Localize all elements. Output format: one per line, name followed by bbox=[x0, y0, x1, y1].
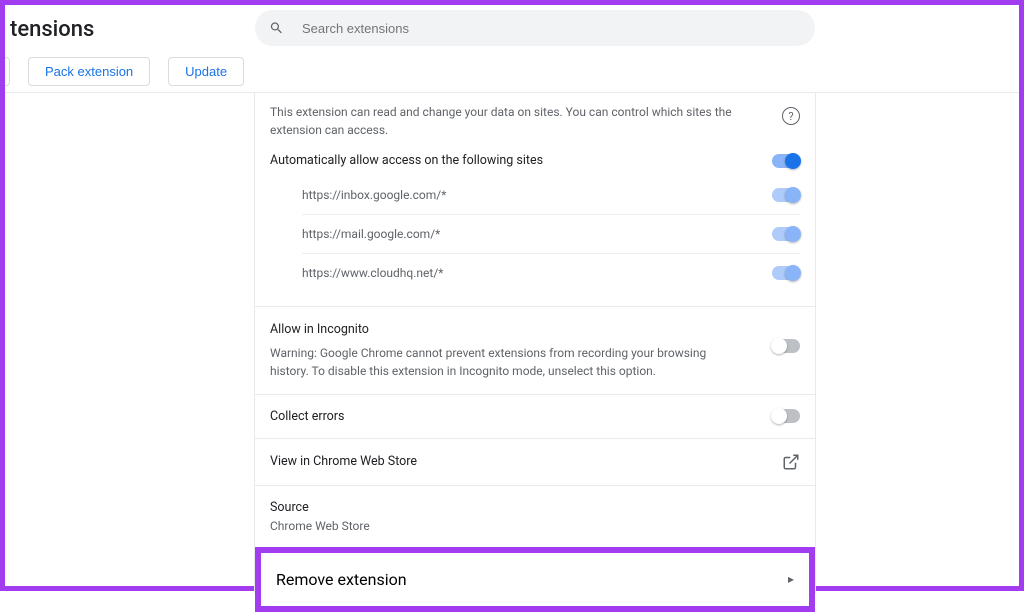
incognito-section: Allow in Incognito Warning: Google Chrom… bbox=[255, 307, 815, 395]
site-list: https://inbox.google.com/* https://mail.… bbox=[270, 176, 800, 292]
site-url: https://inbox.google.com/* bbox=[302, 188, 446, 202]
collect-errors-section: Collect errors bbox=[255, 395, 815, 439]
chevron-right-icon: ▸ bbox=[788, 572, 794, 586]
site-toggle-0[interactable] bbox=[772, 188, 800, 202]
view-store-section[interactable]: View in Chrome Web Store bbox=[255, 439, 815, 486]
site-access-section: This extension can read and change your … bbox=[255, 93, 815, 307]
source-title: Source bbox=[270, 500, 800, 515]
incognito-toggle[interactable] bbox=[772, 339, 800, 353]
site-url: https://mail.google.com/* bbox=[302, 227, 440, 241]
remove-label: Remove extension bbox=[276, 570, 407, 589]
cut-off-button[interactable] bbox=[5, 57, 10, 86]
pack-extension-button[interactable]: Pack extension bbox=[28, 57, 150, 86]
site-row: https://mail.google.com/* bbox=[302, 215, 800, 254]
collect-errors-label: Collect errors bbox=[270, 409, 345, 424]
site-access-desc: This extension can read and change your … bbox=[270, 103, 740, 139]
search-input[interactable] bbox=[302, 21, 801, 36]
auto-access-toggle[interactable] bbox=[772, 154, 800, 168]
view-store-label: View in Chrome Web Store bbox=[270, 454, 417, 469]
site-toggle-2[interactable] bbox=[772, 266, 800, 280]
top-header: tensions Pack extension Update bbox=[5, 5, 1019, 85]
update-button[interactable]: Update bbox=[168, 57, 244, 86]
site-row: https://www.cloudhq.net/* bbox=[302, 254, 800, 292]
search-icon bbox=[269, 20, 284, 36]
remove-extension-button[interactable]: Remove extension ▸ bbox=[255, 547, 815, 612]
page-title: tensions bbox=[10, 17, 94, 42]
collect-errors-toggle[interactable] bbox=[772, 409, 800, 423]
settings-panel: This extension can read and change your … bbox=[254, 93, 816, 593]
help-icon[interactable]: ? bbox=[782, 107, 800, 125]
open-external-icon bbox=[782, 453, 800, 471]
incognito-title: Allow in Incognito bbox=[270, 321, 730, 340]
source-value: Chrome Web Store bbox=[270, 519, 800, 533]
source-section: Source Chrome Web Store bbox=[255, 486, 815, 547]
search-bar[interactable] bbox=[255, 10, 815, 46]
button-row: Pack extension Update bbox=[5, 57, 244, 86]
site-url: https://www.cloudhq.net/* bbox=[302, 266, 443, 280]
site-row: https://inbox.google.com/* bbox=[302, 176, 800, 215]
incognito-desc: Warning: Google Chrome cannot prevent ex… bbox=[270, 344, 730, 380]
site-toggle-1[interactable] bbox=[772, 227, 800, 241]
auto-access-label: Automatically allow access on the follow… bbox=[270, 153, 543, 168]
